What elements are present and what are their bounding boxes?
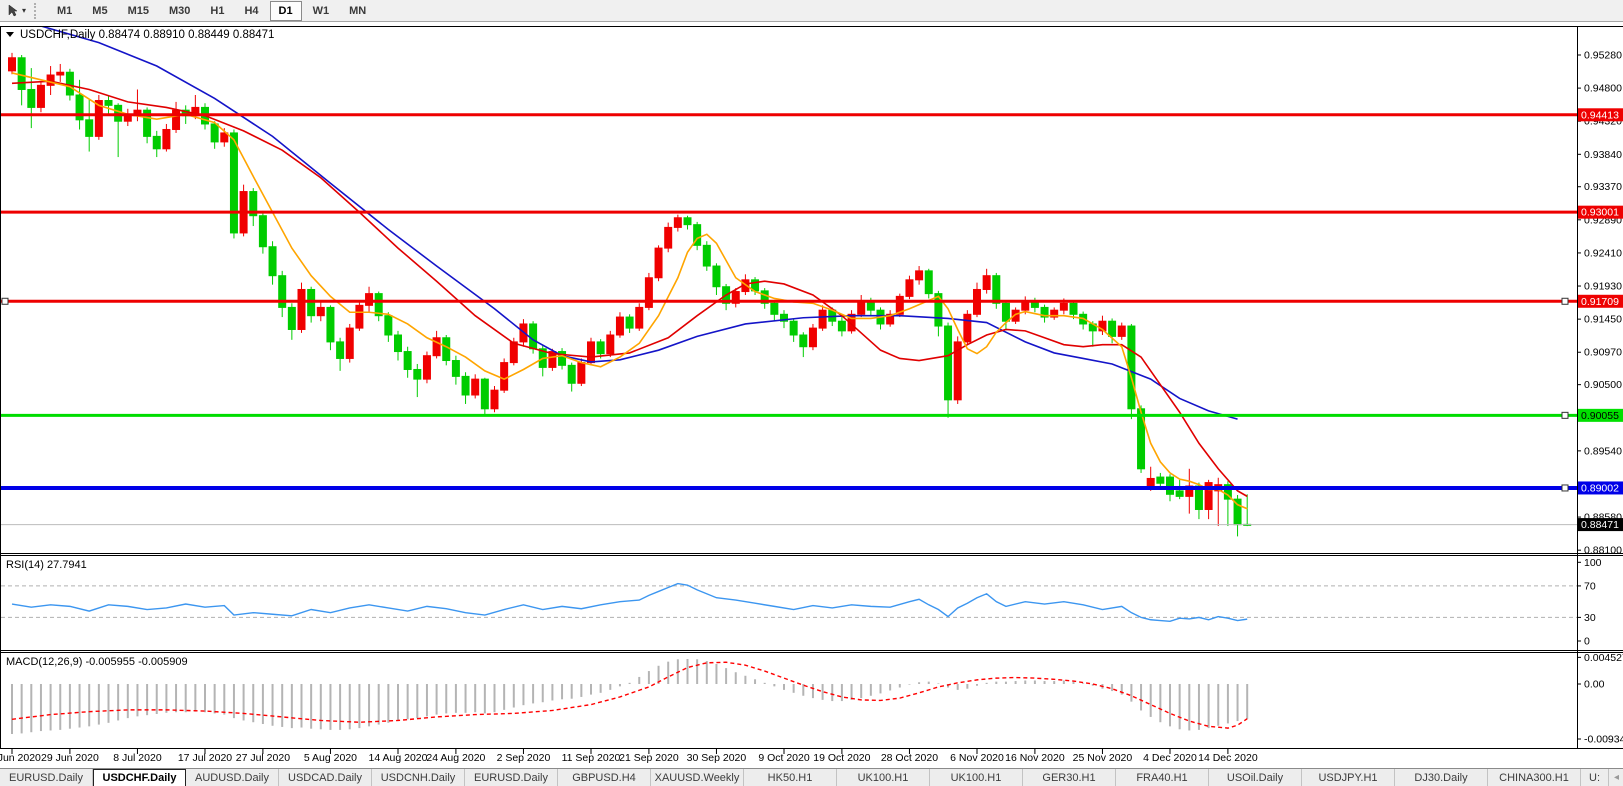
date-axis-label: 21 Sep 2020 (619, 752, 679, 764)
timeframe-button-m15[interactable]: M15 (119, 1, 158, 21)
price-axis-label: 0.90970 (1584, 347, 1622, 359)
price-badge: 0.93001 (1581, 207, 1619, 219)
date-axis-label: 11 Sep 2020 (562, 752, 621, 764)
symbol-tab-usoil-daily[interactable]: USOil.Daily (1209, 769, 1302, 786)
price-axis-label: 0.95280 (1584, 50, 1622, 62)
symbol-tab-uk100-h1[interactable]: UK100.H1 (930, 769, 1023, 786)
toolbar-separator (34, 3, 41, 19)
macd-axis-label: 0.00 (1584, 679, 1605, 691)
date-axis-label: 16 Nov 2020 (1005, 752, 1065, 764)
rsi-label: RSI(14) 27.7941 (6, 559, 87, 571)
timeframe-button-h4[interactable]: H4 (235, 1, 267, 21)
timeframe-toolbar: ▾ M1M5M15M30H1H4D1W1MN (0, 0, 1623, 22)
rsi-axis-label: 100 (1584, 557, 1602, 569)
date-axis-label: 29 Jun 2020 (41, 752, 99, 764)
date-axis-label: 30 Sep 2020 (687, 752, 747, 764)
date-axis-label: 25 Nov 2020 (1073, 752, 1133, 764)
symbol-tab-hk50-h1[interactable]: HK50.H1 (744, 769, 837, 786)
chevron-down-icon: ▾ (22, 6, 26, 15)
price-axis-label: 0.89540 (1584, 445, 1622, 457)
trading-terminal: ▾ M1M5M15M30H1H4D1W1MN 0.95280 0.94800 0.9… (0, 0, 1623, 786)
symbol-tab-u-[interactable]: U: (1581, 769, 1609, 786)
symbol-tab-audusd-daily[interactable]: AUDUSD.Daily (186, 769, 279, 786)
timeframe-button-mn[interactable]: MN (340, 1, 375, 21)
symbol-tab-eurusd-daily[interactable]: EURUSD.Daily (0, 769, 93, 786)
symbol-tab-gbpusd-h4[interactable]: GBPUSD.H4 (558, 769, 651, 786)
date-axis-label: 8 Jul 2020 (113, 752, 162, 764)
date-axis-label: 17 Jul 2020 (178, 752, 232, 764)
symbol-tab-usdcad-daily[interactable]: USDCAD.Daily (279, 769, 372, 786)
rsi-axis-label: 70 (1584, 580, 1596, 592)
tab-scroll-left-icon[interactable]: ◂ (1609, 772, 1623, 783)
symbol-tab-uk100-h1[interactable]: UK100.H1 (837, 769, 930, 786)
symbol-tab-usdchf-daily[interactable]: USDCHF.Daily (93, 769, 186, 786)
timeframe-buttons: M1M5M15M30H1H4D1W1MN (47, 1, 376, 21)
date-axis-label: 14 Dec 2020 (1198, 752, 1258, 764)
price-axis-label: 0.93840 (1584, 149, 1622, 161)
date-axis-label: 27 Jul 2020 (236, 752, 290, 764)
symbol-tab-ger30-h1[interactable]: GER30.H1 (1023, 769, 1116, 786)
price-axis-label: 0.88100 (1584, 545, 1622, 557)
date-axis-label: 14 Aug 2020 (369, 752, 428, 764)
price-axis-label: 0.91450 (1584, 314, 1622, 326)
macd-label: MACD(12,26,9) -0.005955 -0.005909 (6, 656, 188, 668)
date-axis-label: 19 Jun 2020 (0, 752, 41, 764)
cursor-tool-icon[interactable]: ▾ (0, 3, 30, 19)
macd-axis-label: 0.004527 (1584, 652, 1623, 664)
macd-axis-label: -0.009348 (1584, 733, 1623, 745)
symbol-tab-bar: EURUSD.DailyUSDCHF.DailyAUDUSD.DailyUSDC… (0, 768, 1623, 786)
tab-scroll-arrows: ◂▸ (1609, 769, 1623, 786)
cursor-icon (6, 4, 20, 18)
date-axis-label: 6 Nov 2020 (950, 752, 1004, 764)
price-badge: 0.91709 (1581, 296, 1619, 308)
symbol-tab-usdcnh-daily[interactable]: USDCNH.Daily (372, 769, 465, 786)
timeframe-button-m5[interactable]: M5 (83, 1, 116, 21)
rsi-axis-label: 30 (1584, 612, 1596, 624)
price-axis-label: 0.93370 (1584, 181, 1622, 193)
date-axis-label: 24 Aug 2020 (426, 752, 485, 764)
timeframe-button-m1[interactable]: M1 (48, 1, 81, 21)
symbol-tab-eurusd-daily[interactable]: EURUSD.Daily (465, 769, 558, 786)
price-axis-label: 0.90500 (1584, 379, 1622, 391)
usdchf-daily-chart[interactable]: 0.952800.948000.943200.938400.933700.928… (0, 26, 1623, 768)
symbol-tab-dj30-daily[interactable]: DJ30.Daily (1395, 769, 1488, 786)
date-axis-label: 2 Sep 2020 (497, 752, 551, 764)
price-axis-label: 0.91930 (1584, 281, 1622, 293)
price-axis-label: 0.94800 (1584, 83, 1622, 95)
symbol-tab-china300-h1[interactable]: CHINA300.H1 (1488, 769, 1581, 786)
timeframe-button-m30[interactable]: M30 (160, 1, 199, 21)
timeframe-button-d1[interactable]: D1 (270, 1, 302, 21)
chart-canvas[interactable]: 0.952800.948000.943200.938400.933700.928… (0, 26, 1623, 768)
date-axis-label: 28 Oct 2020 (881, 752, 938, 764)
symbol-tab-usdjpy-h1[interactable]: USDJPY.H1 (1302, 769, 1395, 786)
date-axis-label: 5 Aug 2020 (304, 752, 357, 764)
symbol-tab-xauusd-weekly[interactable]: XAUUSD.Weekly (651, 769, 744, 786)
price-badge: 0.89002 (1581, 482, 1619, 494)
date-axis-label: 19 Oct 2020 (813, 752, 870, 764)
rsi-axis-label: 0 (1584, 636, 1590, 648)
chart-title: USDCHF,Daily 0.88474 0.88910 0.88449 0.8… (20, 29, 274, 41)
price-badge: 0.88471 (1581, 519, 1619, 531)
date-axis-label: 9 Oct 2020 (758, 752, 810, 764)
price-axis-label: 0.92410 (1584, 247, 1622, 259)
symbol-tab-fra40-h1[interactable]: FRA40.H1 (1116, 769, 1209, 786)
timeframe-button-w1[interactable]: W1 (304, 1, 339, 21)
date-axis-label: 4 Dec 2020 (1143, 752, 1197, 764)
price-badge: 0.94413 (1581, 109, 1619, 121)
timeframe-button-h1[interactable]: H1 (201, 1, 233, 21)
price-badge: 0.90055 (1581, 410, 1619, 422)
